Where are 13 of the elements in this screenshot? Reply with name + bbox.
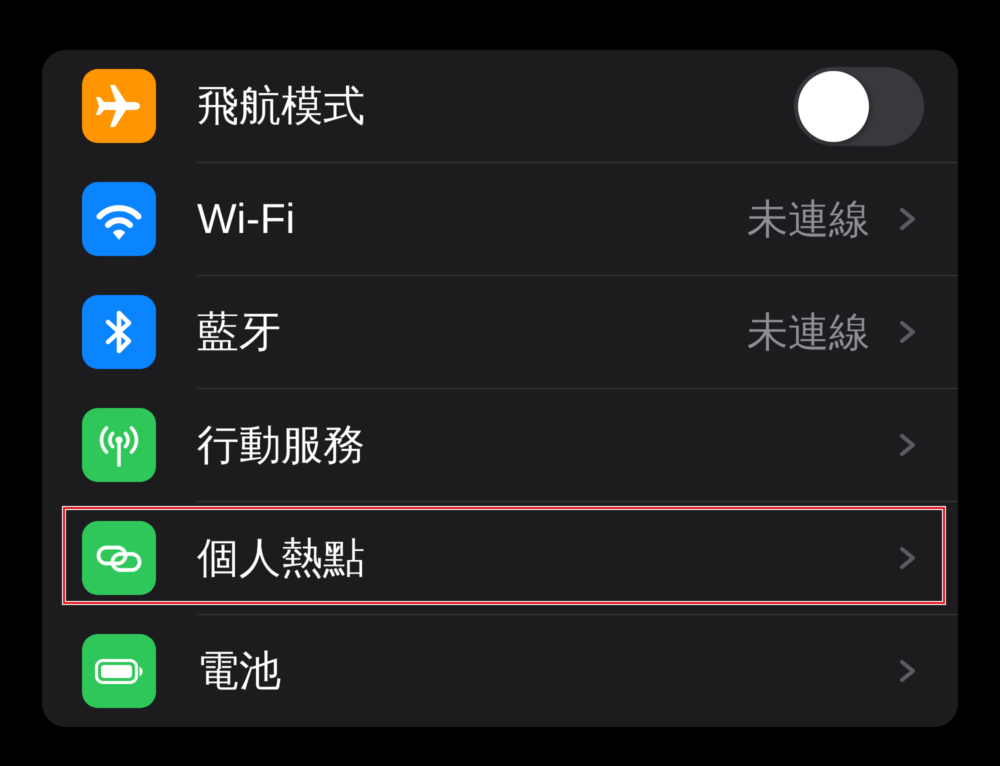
status-value: 未連線	[747, 194, 870, 244]
setting-label: Wi-Fi	[197, 195, 295, 243]
chevron-icon	[898, 433, 918, 457]
chevron-icon	[898, 546, 918, 570]
status-value: 未連線	[747, 308, 870, 356]
setting-label: 個人熱點	[197, 533, 365, 583]
setting-label: 行動服務	[197, 420, 365, 470]
setting-label: 電池	[197, 646, 281, 696]
chevron-icon	[898, 659, 918, 683]
setting-label: 飛航模式	[197, 81, 365, 131]
chevron-icon	[898, 320, 918, 344]
chevron-icon	[898, 207, 918, 231]
setting-label: 藍牙	[197, 307, 281, 357]
